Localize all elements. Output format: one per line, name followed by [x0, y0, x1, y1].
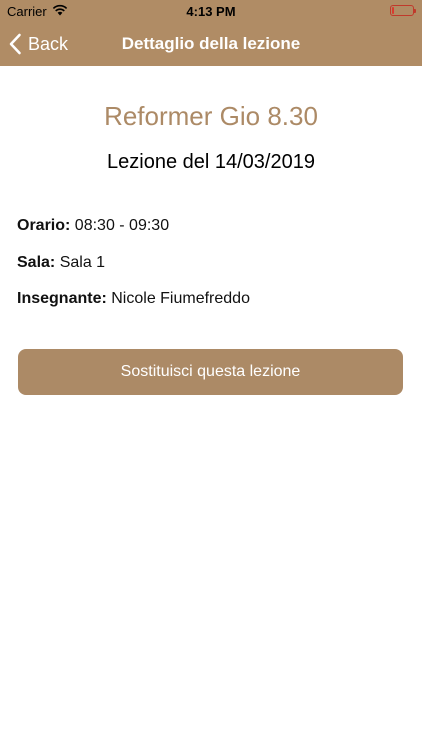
- insegnante-value: Nicole Fiumefreddo: [111, 290, 250, 307]
- page-title: Dettaglio della lezione: [121, 34, 301, 53]
- replace-lesson-button[interactable]: Sostituisci questa lezione: [18, 349, 403, 395]
- insegnante-label: Insegnante:: [17, 290, 107, 307]
- orario-row: Orario: 08:30 - 09:30: [17, 217, 169, 235]
- sala-row: Sala: Sala 1: [17, 254, 105, 272]
- status-bar: Carrier 4:13 PM: [0, 0, 422, 22]
- course-title: Reformer Gio 8.30: [104, 101, 318, 131]
- battery-icon: [390, 5, 416, 16]
- orario-value: 08:30 - 09:30: [74, 217, 170, 234]
- orario-label: Orario:: [17, 217, 71, 234]
- lesson-date: Lezione del 14/03/2019: [107, 151, 315, 173]
- battery-level: [392, 7, 394, 14]
- sala-label: Sala:: [17, 254, 56, 271]
- navigation-bar: Back Dettaglio della lezione: [0, 22, 422, 66]
- status-time: 4:13 PM: [186, 4, 236, 19]
- app-header: Carrier 4:13 PM Back Dettaglio della lez…: [0, 0, 422, 66]
- insegnante-row: Insegnante: Nicole Fiumefreddo: [17, 290, 250, 308]
- sala-value: Sala 1: [59, 254, 106, 271]
